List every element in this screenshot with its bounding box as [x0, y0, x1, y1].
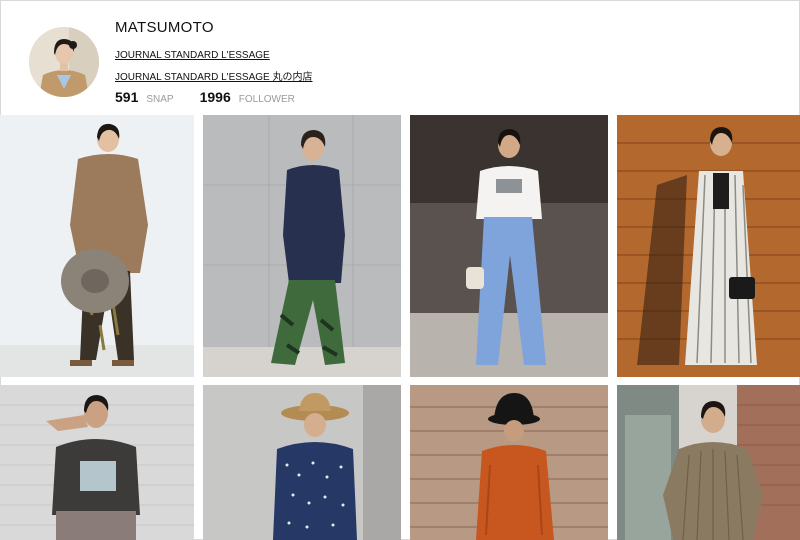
shop-link-1[interactable]: JOURNAL STANDARD L'ESSAGE [115, 50, 270, 61]
snap-photo-striped-dress[interactable] [617, 115, 800, 377]
user-name: MATSUMOTO [115, 19, 214, 36]
follower-count: 1996 [199, 89, 231, 105]
snap-count: 591 [115, 89, 139, 105]
snap-photo-grid [0, 115, 800, 540]
snap-photo-navy-dot-dress-straw-hat[interactable] [203, 385, 401, 540]
snap-photo-brown-tunic-hat[interactable] [0, 115, 194, 377]
follower-label: FOLLOWER [238, 94, 295, 105]
profile-header: MATSUMOTO JOURNAL STANDARD L'ESSAGE JOUR… [0, 0, 800, 115]
snap-photo-navy-shirt-green-pants[interactable] [203, 115, 401, 377]
snap-photo-white-tee-blue-jeans[interactable] [410, 115, 608, 377]
snap-photo-grey-graphic-tee[interactable] [0, 385, 194, 540]
snap-label: SNAP [146, 94, 174, 105]
profile-stats: 591 SNAP 1996 FOLLOWER [115, 89, 321, 105]
shop-link-2[interactable]: JOURNAL STANDARD L'ESSAGE 丸の内店 [115, 68, 313, 83]
user-avatar[interactable] [29, 27, 99, 97]
snap-photo-khaki-shirt-dress[interactable] [617, 385, 800, 540]
snap-photo-orange-dress-black-hat[interactable] [410, 385, 608, 540]
